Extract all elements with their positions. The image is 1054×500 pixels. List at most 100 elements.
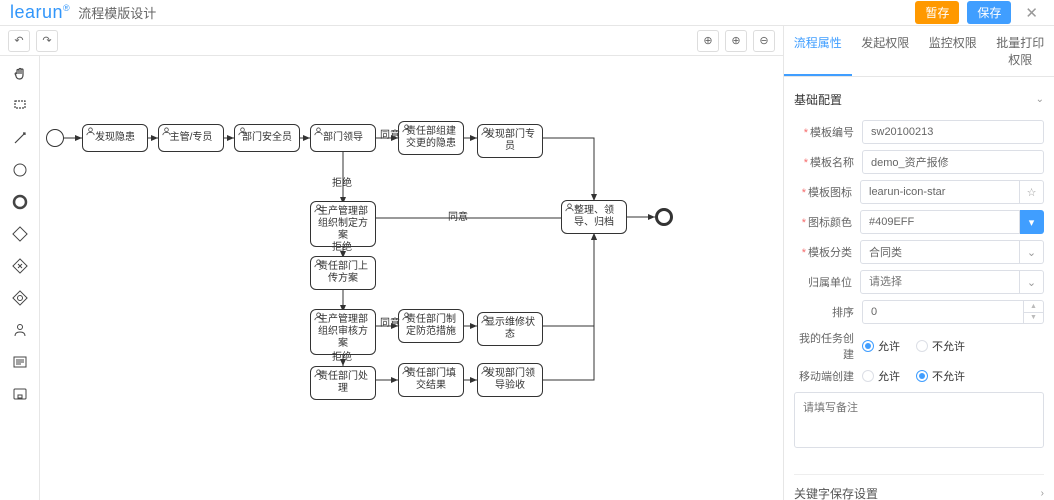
cache-button[interactable]: 暂存 (915, 1, 959, 24)
start-event-icon[interactable] (10, 160, 30, 180)
user-task-icon[interactable] (10, 320, 30, 340)
start-event[interactable] (46, 129, 64, 147)
user-icon (314, 259, 323, 268)
task-node[interactable]: 发现部门领导验收 (477, 363, 543, 397)
user-icon (402, 124, 411, 133)
zoom-out-button[interactable]: ⊖ (753, 30, 775, 52)
user-icon (86, 127, 95, 136)
label-order: 排序 (794, 304, 862, 320)
label-code: 模板编号 (794, 124, 862, 140)
edge-label: 同意 (448, 208, 468, 223)
edge-label: 同意 (380, 126, 400, 141)
section-basic[interactable]: 基础配置 ⌄ (794, 85, 1044, 114)
user-icon (238, 127, 247, 136)
label-unit: 归属单位 (794, 274, 860, 290)
label-mobile: 移动端创建 (794, 368, 862, 384)
user-icon (481, 127, 490, 136)
task-node[interactable]: 责任部门处理 (310, 366, 376, 400)
zoom-fit-button[interactable]: ⊕ (697, 30, 719, 52)
user-icon (481, 315, 490, 324)
task-node[interactable]: 发现隐患 (82, 124, 148, 152)
form-panel: 基础配置 ⌄ 模板编号 模板名称 模板图标 ☆ 图标颜色 ▾ (784, 77, 1054, 500)
user-icon (314, 312, 323, 321)
gateway-icon[interactable] (10, 224, 30, 244)
order-stepper[interactable] (862, 300, 1024, 324)
connector-tool-icon[interactable] (10, 128, 30, 148)
shape-palette (0, 56, 40, 500)
task-node[interactable]: 部门领导 (310, 124, 376, 152)
icon-color-input[interactable] (860, 210, 1020, 234)
gateway-x-icon[interactable] (10, 256, 30, 276)
user-icon (481, 366, 490, 375)
unit-select[interactable] (860, 270, 1020, 294)
user-icon (565, 203, 574, 212)
stepper-buttons[interactable]: ▲▼ (1024, 300, 1044, 324)
user-icon (162, 127, 171, 136)
end-event[interactable] (655, 208, 673, 226)
label-color: 图标颜色 (794, 214, 860, 230)
template-name-input[interactable] (862, 150, 1044, 174)
edge-label: 拒绝 (332, 174, 352, 189)
color-picker-button[interactable]: ▾ (1020, 210, 1044, 234)
tab-monitor-perm[interactable]: 监控权限 (919, 26, 987, 76)
user-icon (314, 204, 323, 213)
task-node[interactable]: 主管/专员 (158, 124, 224, 152)
property-tabs: 流程属性 发起权限 监控权限 批量打印权限 (784, 26, 1054, 77)
label-category: 模板分类 (794, 244, 860, 260)
task-node[interactable]: 部门安全员 (234, 124, 300, 152)
edge-label: 同意 (380, 314, 400, 329)
user-icon (314, 369, 323, 378)
app-header: learun® 流程模版设计 暂存 保存 ✕ (0, 0, 1054, 26)
lasso-tool-icon[interactable] (10, 96, 30, 116)
canvas-area: ↶ ↷ ⊕ ⊕ ⊖ (0, 26, 784, 500)
brand: learun® 流程模版设计 (10, 2, 156, 23)
subprocess-icon[interactable] (10, 384, 30, 404)
chevron-down-icon[interactable]: ⌄ (1020, 240, 1044, 264)
close-icon[interactable]: ✕ (1019, 4, 1044, 22)
end-event-icon[interactable] (10, 192, 30, 212)
task-node[interactable]: 责任部门上传方案 (310, 256, 376, 290)
user-icon (314, 127, 323, 136)
chevron-right-icon: › (1041, 488, 1044, 499)
task-node[interactable]: 整理、领导、归档 (561, 200, 627, 234)
tab-start-perm[interactable]: 发起权限 (852, 26, 920, 76)
mytask-deny-radio[interactable]: 不允许 (916, 338, 965, 354)
mytask-allow-radio[interactable]: 允许 (862, 338, 900, 354)
task-node[interactable]: 发现部门专员 (477, 124, 543, 158)
bpmn-diagram[interactable]: 发现隐患 主管/专员 部门安全员 部门领导 责任部组建交更的隐患 发现部门专员 … (40, 56, 783, 500)
save-button[interactable]: 保存 (967, 1, 1011, 24)
undo-button[interactable]: ↶ (8, 30, 30, 52)
chevron-down-icon: ⌄ (1036, 94, 1044, 105)
label-icon: 模板图标 (794, 184, 860, 200)
task-node[interactable]: 责任部门制定防范措施 (398, 309, 464, 343)
hand-tool-icon[interactable] (10, 64, 30, 84)
chevron-down-icon[interactable]: ⌄ (1020, 270, 1044, 294)
gateway-o-icon[interactable] (10, 288, 30, 308)
label-name: 模板名称 (794, 154, 862, 170)
icon-picker-button[interactable]: ☆ (1020, 180, 1044, 204)
redo-button[interactable]: ↷ (36, 30, 58, 52)
accordion-key-save[interactable]: 关键字保存设置› (794, 474, 1044, 500)
mobile-allow-radio[interactable]: 允许 (862, 368, 900, 384)
remark-textarea[interactable] (794, 392, 1044, 448)
canvas-body: 发现隐患 主管/专员 部门安全员 部门领导 责任部组建交更的隐患 发现部门专员 … (0, 56, 783, 500)
tab-batch-print[interactable]: 批量打印权限 (987, 26, 1054, 76)
task-node[interactable]: 责任部组建交更的隐患 (398, 121, 464, 155)
header-actions: 暂存 保存 ✕ (915, 1, 1044, 24)
template-icon-input[interactable] (860, 180, 1020, 204)
zoom-in-button[interactable]: ⊕ (725, 30, 747, 52)
logo: learun® (10, 2, 70, 23)
page-title: 流程模版设计 (78, 3, 156, 22)
mobile-deny-radio[interactable]: 不允许 (916, 368, 965, 384)
task-node[interactable]: 显示维修状态 (477, 312, 543, 346)
properties-panel: 流程属性 发起权限 监控权限 批量打印权限 基础配置 ⌄ 模板编号 模板名称 模… (784, 26, 1054, 500)
template-category-select[interactable] (860, 240, 1020, 264)
template-code-input[interactable] (862, 120, 1044, 144)
tab-process-props[interactable]: 流程属性 (784, 26, 852, 76)
user-icon (402, 312, 411, 321)
edge-label: 拒绝 (332, 238, 352, 253)
label-mytask: 我的任务创建 (794, 330, 862, 362)
app-body: ↶ ↷ ⊕ ⊕ ⊖ (0, 26, 1054, 500)
script-task-icon[interactable] (10, 352, 30, 372)
task-node[interactable]: 责任部门填交结果 (398, 363, 464, 397)
